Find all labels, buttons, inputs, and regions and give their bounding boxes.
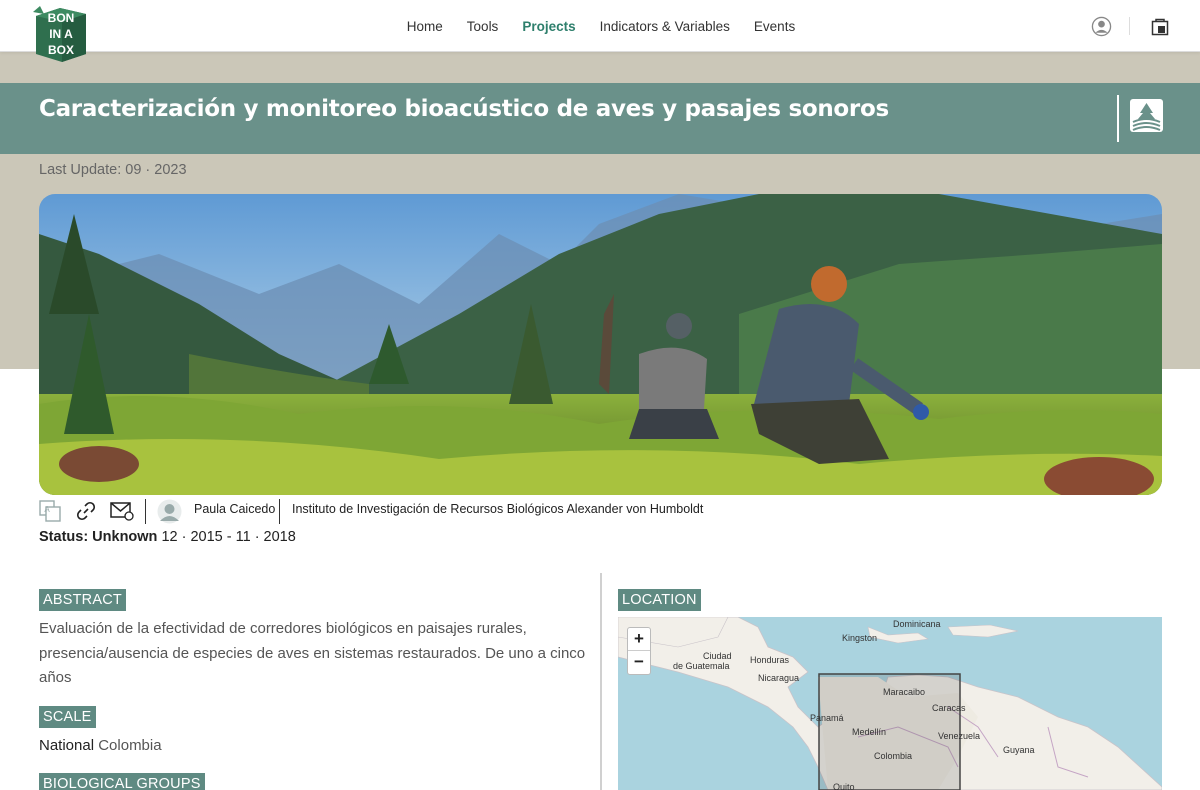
location-map[interactable]: Dominicana Kingston Ciudad de Guatemala …: [618, 617, 1162, 790]
nav-home[interactable]: Home: [407, 19, 443, 34]
project-meta-row: A Paula Caicedo Instituto de Investigaci…: [39, 499, 939, 525]
translate-icon[interactable]: A: [39, 500, 61, 522]
abstract-text: Evaluación de la efectividad de corredor…: [39, 620, 586, 686]
nav-tools[interactable]: Tools: [467, 19, 499, 34]
map-label-panama: Panamá: [810, 713, 844, 723]
map-label-medellin: Medellín: [852, 727, 886, 737]
map-label-maracaibo: Maracaibo: [883, 687, 925, 697]
nav-projects[interactable]: Projects: [522, 19, 575, 34]
nav-indicators-variables[interactable]: Indicators & Variables: [600, 19, 730, 34]
user-avatar-icon: [157, 499, 182, 524]
project-dates: 12 · 2015 - 11 · 2018: [157, 529, 296, 545]
link-icon[interactable]: [76, 501, 96, 521]
map-label-quito: Quito: [833, 782, 855, 790]
scale-level: National: [39, 737, 95, 754]
map-zoom-controls: + −: [627, 627, 651, 675]
project-hero-image: [39, 194, 1162, 495]
title-divider: [1117, 95, 1119, 142]
scale-value: National Colombia: [39, 737, 162, 754]
map-label-honduras: Honduras: [750, 655, 790, 665]
location-label: LOCATION: [618, 589, 701, 611]
meta-divider: [145, 499, 146, 524]
institution-name[interactable]: Instituto de Investigación de Recursos B…: [292, 502, 703, 516]
map-label-ciudad: Ciudad: [703, 651, 732, 661]
zoom-out-button[interactable]: −: [628, 651, 650, 674]
column-divider: [600, 573, 602, 790]
zoom-in-button[interactable]: +: [628, 628, 650, 651]
page-title: Caracterización y monitoreo bioacústico …: [39, 96, 889, 122]
map-label-guyana: Guyana: [1003, 745, 1035, 755]
last-update: Last Update: 09 · 2023: [39, 162, 187, 178]
map-label-venezuela: Venezuela: [938, 731, 980, 741]
email-icon[interactable]: [110, 501, 134, 521]
nav-events[interactable]: Events: [754, 19, 795, 34]
status-label: Status: Unknown: [39, 529, 158, 545]
map-label-guatemala: de Guatemala: [673, 661, 730, 671]
meta-divider: [279, 499, 280, 524]
biological-groups-label: BIOLOGICAL GROUPS: [39, 773, 205, 790]
svg-text:A: A: [44, 505, 50, 514]
cart-icon[interactable]: [1151, 18, 1169, 36]
account-icon[interactable]: [1091, 16, 1112, 37]
project-badge-icon: [1130, 99, 1163, 132]
scale-country: Colombia: [94, 737, 162, 754]
author-name[interactable]: Paula Caicedo: [194, 502, 275, 516]
map-label-colombia: Colombia: [874, 751, 912, 761]
top-navigation: BON IN A BOX Home Tools Projects Indicat…: [0, 0, 1200, 62]
map-label-caracas: Caracas: [932, 703, 966, 713]
nav-divider: [1129, 17, 1130, 35]
main-nav: Home Tools Projects Indicators & Variabl…: [0, 0, 1200, 52]
abstract-label: ABSTRACT: [39, 589, 126, 611]
map-label-nicaragua: Nicaragua: [758, 673, 799, 683]
project-status: Status: Unknown 12 · 2015 - 11 · 2018: [39, 529, 296, 545]
scale-label: SCALE: [39, 706, 96, 728]
map-label-dominicana: Dominicana: [893, 619, 941, 629]
map-label-kingston: Kingston: [842, 633, 877, 643]
